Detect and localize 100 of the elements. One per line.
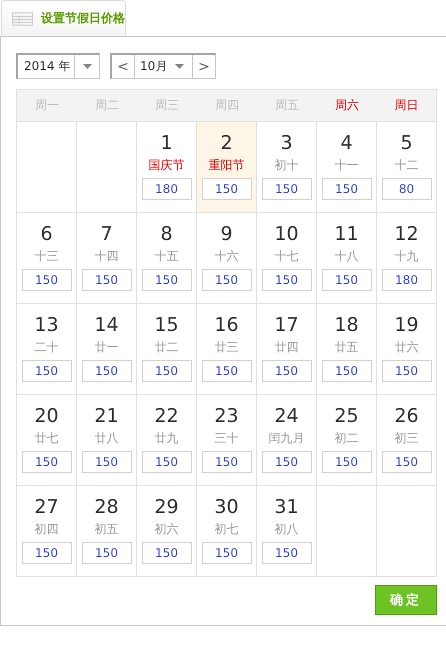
day-cell[interactable]: 4 十一 150 — [317, 122, 377, 213]
price-field[interactable]: 150 — [322, 360, 372, 382]
day-cell[interactable]: 28 初五 150 — [77, 486, 137, 577]
price-field[interactable]: 150 — [322, 451, 372, 473]
price-field[interactable]: 150 — [322, 269, 372, 291]
price-field[interactable]: 150 — [322, 178, 372, 200]
day-number: 12 — [394, 223, 419, 245]
price-field[interactable]: 150 — [202, 269, 252, 291]
day-cell[interactable]: 15 廿二 150 — [137, 304, 197, 395]
lunar-date: 初三 — [394, 430, 418, 446]
weekday-header: 周四 — [197, 90, 257, 122]
weekday-header: 周五 — [257, 90, 317, 122]
day-cell[interactable]: 27 初四 150 — [17, 486, 77, 577]
weekday-header: 周六 — [317, 90, 377, 122]
price-field[interactable]: 150 — [22, 451, 72, 473]
price-field[interactable]: 150 — [262, 178, 312, 200]
day-number: 29 — [154, 496, 179, 518]
price-field[interactable]: 150 — [202, 542, 252, 564]
day-cell[interactable]: 7 十四 150 — [77, 213, 137, 304]
day-cell[interactable]: 19 廿六 150 — [377, 304, 437, 395]
price-field[interactable]: 150 — [382, 451, 432, 473]
day-number: 15 — [154, 314, 179, 336]
day-cell[interactable]: 8 十五 150 — [137, 213, 197, 304]
lunar-date: 二十 — [34, 339, 58, 355]
day-number: 5 — [400, 132, 413, 154]
day-cell[interactable]: 25 初二 150 — [317, 395, 377, 486]
price-field[interactable]: 150 — [202, 360, 252, 382]
day-cell[interactable]: 17 廿四 150 — [257, 304, 317, 395]
lunar-date: 廿九 — [154, 430, 178, 446]
day-cell[interactable]: 12 十九 180 — [377, 213, 437, 304]
day-cell[interactable]: 16 廿三 150 — [197, 304, 257, 395]
price-field[interactable]: 150 — [142, 269, 192, 291]
price-field[interactable]: 150 — [202, 178, 252, 200]
day-cell[interactable]: 10 十七 150 — [257, 213, 317, 304]
caret-icon — [82, 64, 92, 69]
lunar-date: 廿六 — [394, 339, 418, 355]
lunar-date: 三十 — [214, 430, 238, 446]
price-field[interactable]: 80 — [382, 178, 432, 200]
lunar-date: 十六 — [214, 248, 238, 264]
day-cell[interactable]: 1 国庆节 180 — [137, 122, 197, 213]
lunar-date: 初五 — [94, 521, 118, 537]
weekday-header: 周三 — [137, 90, 197, 122]
day-cell[interactable]: 29 初六 150 — [137, 486, 197, 577]
price-field[interactable]: 150 — [142, 360, 192, 382]
lunar-date: 十七 — [274, 248, 298, 264]
lunar-date: 初四 — [34, 521, 58, 537]
day-number: 27 — [34, 496, 59, 518]
lunar-date: 初十 — [274, 157, 298, 173]
price-field[interactable]: 150 — [262, 451, 312, 473]
day-number: 17 — [274, 314, 299, 336]
day-cell[interactable]: 2 重阳节 150 — [197, 122, 257, 213]
price-field[interactable]: 150 — [202, 451, 252, 473]
weekday-header: 周二 — [77, 90, 137, 122]
day-number: 3 — [280, 132, 293, 154]
price-field[interactable]: 150 — [22, 269, 72, 291]
day-number: 10 — [274, 223, 299, 245]
price-field[interactable]: 150 — [382, 360, 432, 382]
price-field[interactable]: 150 — [22, 360, 72, 382]
day-cell[interactable]: 24 闰九月 150 — [257, 395, 317, 486]
caret-icon — [175, 64, 184, 69]
lunar-date: 十八 — [334, 248, 358, 264]
day-number: 6 — [40, 223, 53, 245]
day-number: 9 — [220, 223, 233, 245]
day-cell[interactable]: 31 初八 150 — [257, 486, 317, 577]
lunar-date: 闰九月 — [268, 430, 304, 446]
day-cell[interactable]: 13 二十 150 — [17, 304, 77, 395]
day-cell[interactable]: 5 十二 80 — [377, 122, 437, 213]
day-number: 25 — [334, 405, 359, 427]
day-cell[interactable]: 20 廿七 150 — [17, 395, 77, 486]
year-select[interactable]: 2014 年 — [16, 53, 100, 79]
day-cell[interactable]: 14 廿一 150 — [77, 304, 137, 395]
day-cell[interactable]: 21 廿八 150 — [77, 395, 137, 486]
day-cell[interactable]: 23 三十 150 — [197, 395, 257, 486]
price-field[interactable]: 150 — [22, 542, 72, 564]
day-number: 31 — [274, 496, 299, 518]
day-cell[interactable]: 30 初七 150 — [197, 486, 257, 577]
lunar-date: 廿三 — [214, 339, 238, 355]
price-field[interactable]: 150 — [262, 542, 312, 564]
price-field[interactable]: 150 — [142, 542, 192, 564]
day-cell[interactable]: 22 廿九 150 — [137, 395, 197, 486]
day-cell[interactable]: 6 十三 150 — [17, 213, 77, 304]
day-cell[interactable]: 26 初三 150 — [377, 395, 437, 486]
day-cell[interactable]: 11 十八 150 — [317, 213, 377, 304]
day-cell[interactable]: 9 十六 150 — [197, 213, 257, 304]
day-cell[interactable]: 18 廿五 150 — [317, 304, 377, 395]
price-field[interactable]: 180 — [142, 178, 192, 200]
price-field[interactable]: 180 — [382, 269, 432, 291]
lunar-date: 廿一 — [94, 339, 118, 355]
lunar-date: 初七 — [214, 521, 238, 537]
lunar-date: 廿五 — [334, 339, 358, 355]
price-field[interactable]: 150 — [82, 451, 132, 473]
lunar-date: 十五 — [154, 248, 178, 264]
price-field[interactable]: 150 — [142, 451, 192, 473]
day-cell[interactable]: 3 初十 150 — [257, 122, 317, 213]
price-field[interactable]: 150 — [262, 269, 312, 291]
price-field[interactable]: 150 — [82, 269, 132, 291]
weekday-header: 周日 — [377, 90, 437, 122]
price-field[interactable]: 150 — [82, 360, 132, 382]
price-field[interactable]: 150 — [82, 542, 132, 564]
price-field[interactable]: 150 — [262, 360, 312, 382]
